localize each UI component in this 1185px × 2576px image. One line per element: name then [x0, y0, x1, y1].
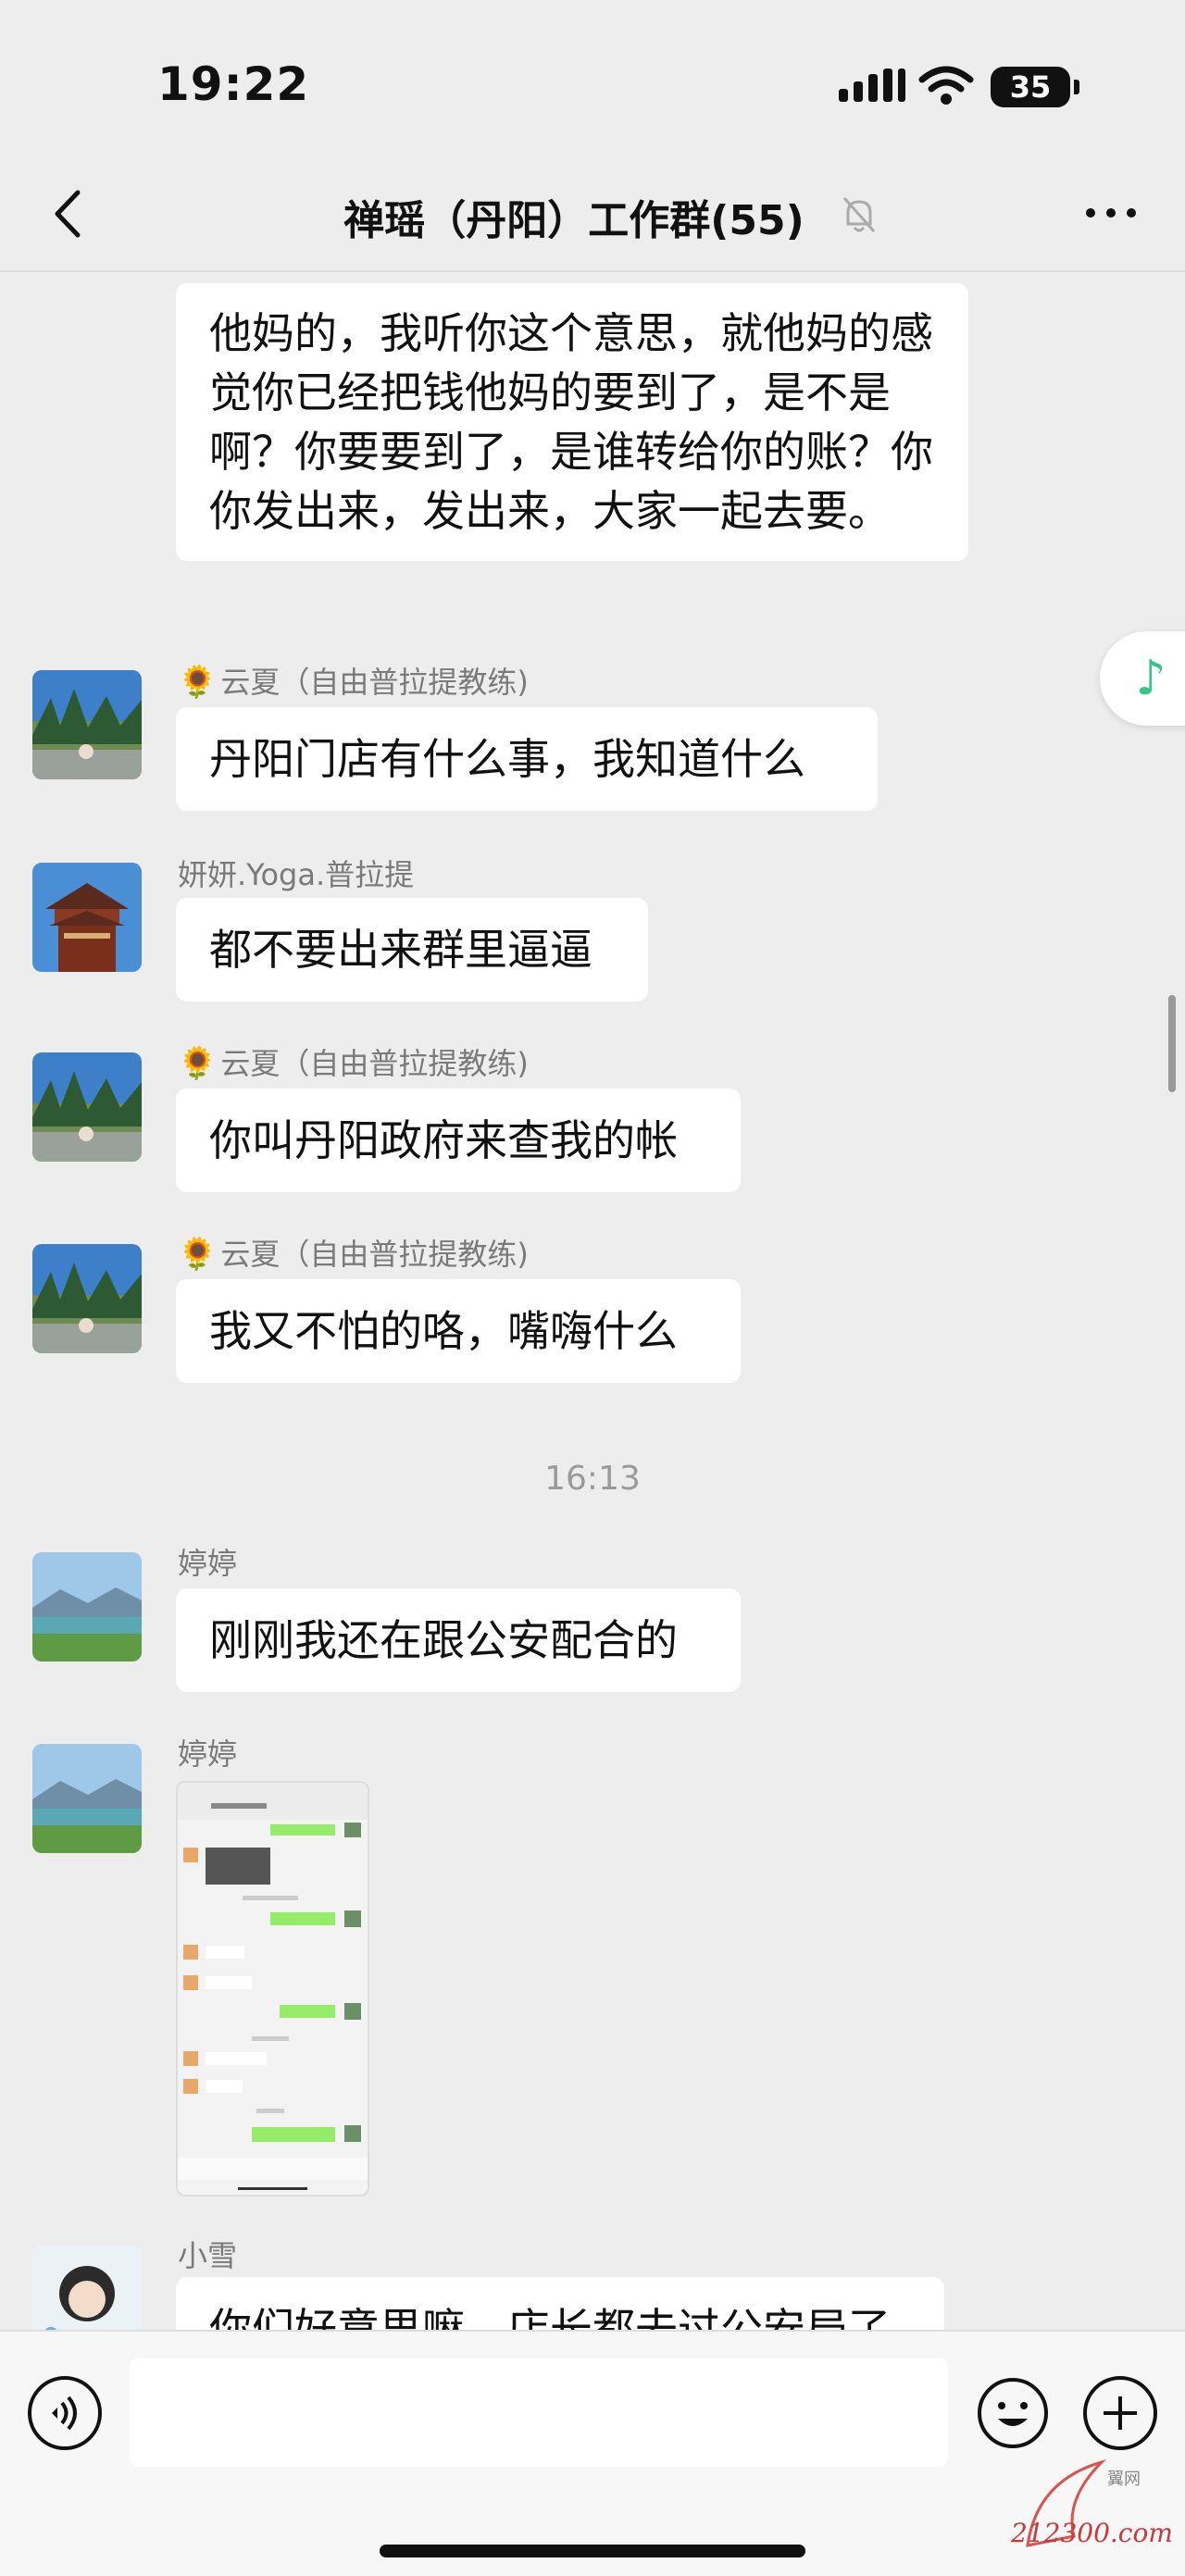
- sunflower-icon: 🌻: [178, 1045, 218, 1082]
- message-bubble[interactable]: 你叫丹阳政府来查我的帐: [176, 1089, 741, 1192]
- sender-name: 婷婷: [178, 1736, 238, 1772]
- mute-bell-icon: [842, 197, 876, 232]
- timestamp: 16:13: [544, 1460, 641, 1498]
- avatar[interactable]: [32, 863, 142, 972]
- wifi-icon: [918, 66, 974, 105]
- message-bubble[interactable]: 都不要出来群里逼逼: [176, 898, 648, 1002]
- voice-button[interactable]: [28, 2376, 102, 2450]
- message-bubble[interactable]: 你们好意思嘛，店长都去过公安局了: [176, 2277, 944, 2330]
- watermark-text: 212300.com: [1011, 2518, 1173, 2548]
- sunflower-icon: 🌻: [178, 664, 218, 701]
- avatar[interactable]: [32, 2246, 142, 2330]
- battery-level: 35: [1009, 69, 1052, 105]
- sender-name: 婷婷: [178, 1546, 238, 1581]
- nav-bar: 禅瑶（丹阳）工作群(55): [0, 157, 1185, 272]
- avatar[interactable]: [32, 1744, 142, 1853]
- scrollbar[interactable]: [1168, 995, 1176, 1092]
- sunflower-icon: 🌻: [178, 1236, 218, 1273]
- status-bar: 19:22 35: [0, 0, 1185, 157]
- emoji-button[interactable]: [976, 2376, 1050, 2450]
- message-bubble[interactable]: 我又不怕的咯，嘴嗨什么: [176, 1279, 741, 1383]
- sender-name: 🌻 云夏（自由普拉提教练): [178, 1045, 529, 1082]
- watermark-site-name: 翼网: [1107, 2470, 1141, 2489]
- home-indicator: [380, 2545, 805, 2557]
- signal-icon: [839, 68, 905, 102]
- message-bubble[interactable]: 丹阳门店有什么事，我知道什么: [176, 707, 878, 811]
- status-time: 19:22: [157, 57, 310, 111]
- music-floating-button[interactable]: ♪: [1100, 631, 1185, 726]
- more-icon[interactable]: [1074, 185, 1148, 241]
- chat-title: 禅瑶（丹阳）工作群(55): [343, 197, 805, 244]
- sender-name: 🌻 云夏（自由普拉提教练): [178, 1236, 529, 1273]
- plus-button[interactable]: [1083, 2376, 1157, 2450]
- message-input[interactable]: [130, 2358, 948, 2467]
- sender-name: 🌻 云夏（自由普拉提教练): [178, 664, 529, 701]
- screenshot-image-message[interactable]: [176, 1781, 369, 2196]
- music-note-icon: ♪: [1135, 651, 1166, 706]
- avatar[interactable]: [32, 1552, 142, 1661]
- battery-icon: 35: [991, 67, 1079, 107]
- avatar[interactable]: [32, 1244, 142, 1353]
- message-bubble[interactable]: 他妈的，我听你这个意思，就他妈的感觉你已经把钱他妈的要到了，是不是啊？你要要到了…: [176, 283, 968, 561]
- voice-icon: [52, 2396, 77, 2431]
- avatar[interactable]: [32, 670, 142, 779]
- chat-area[interactable]: 他妈的，我听你这个意思，就他妈的感觉你已经把钱他妈的要到了，是不是啊？你要要到了…: [0, 270, 1185, 2330]
- emoji-icon: [978, 2378, 1048, 2448]
- avatar[interactable]: [32, 1052, 142, 1162]
- sender-name: 妍妍.Yoga.普拉提: [178, 857, 415, 892]
- sender-name: 小雪: [178, 2238, 238, 2273]
- plus-icon: [1104, 2396, 1137, 2430]
- message-bubble[interactable]: 刚刚我还在跟公安配合的: [176, 1588, 741, 1692]
